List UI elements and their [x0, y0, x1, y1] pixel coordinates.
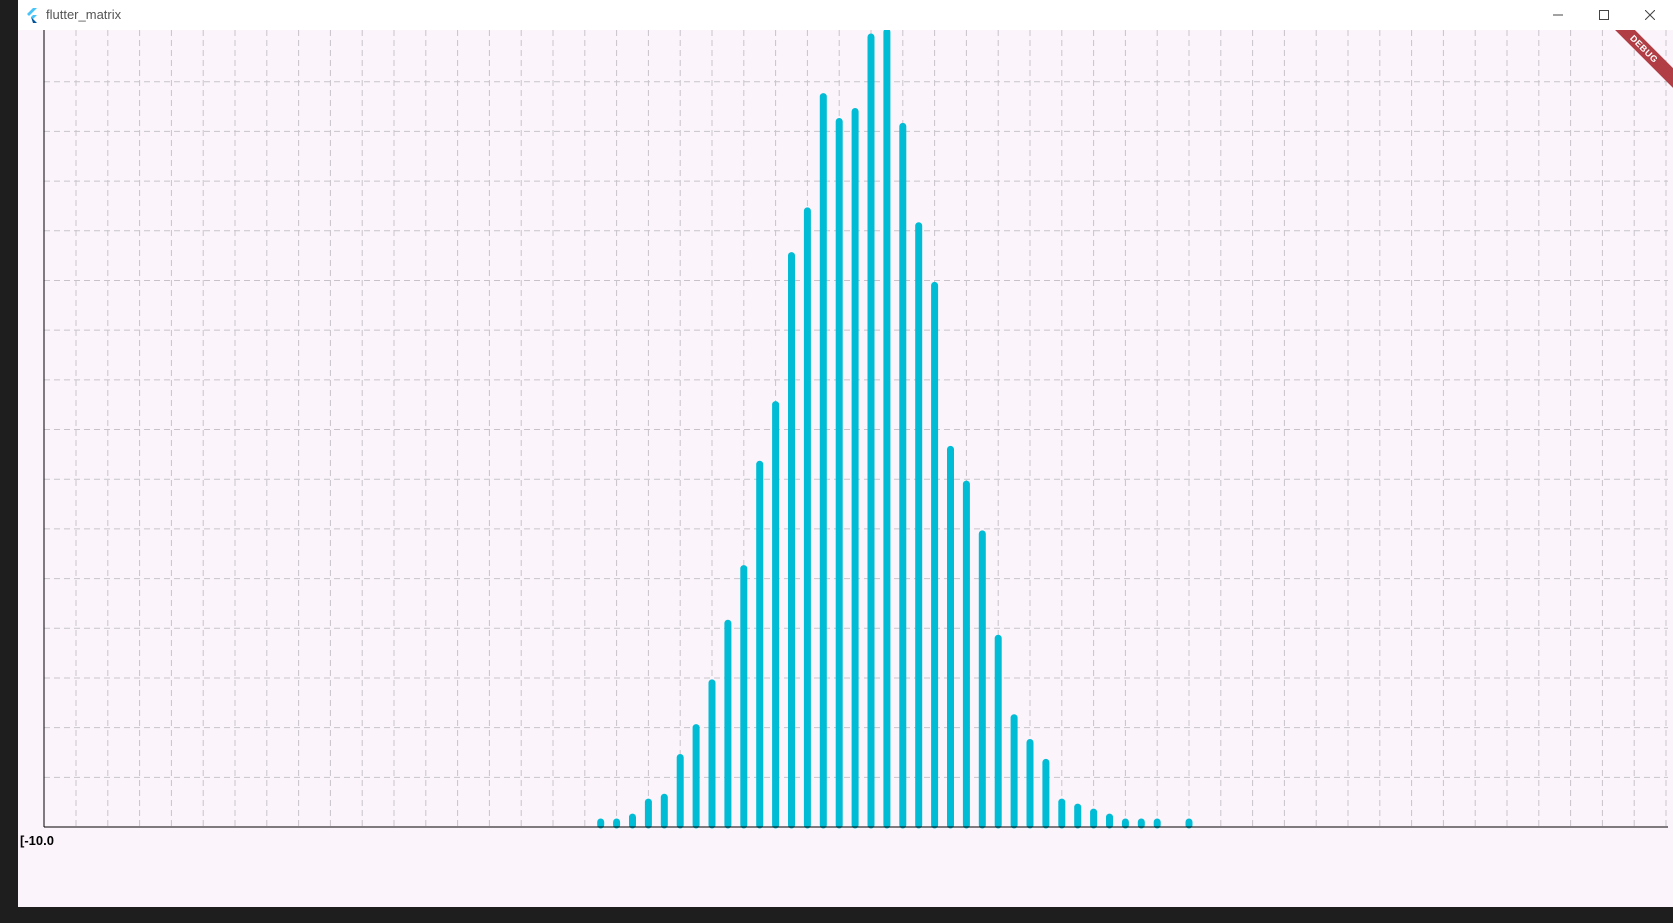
debug-banner-label: DEBUG: [1603, 30, 1673, 93]
flutter-logo-icon: [27, 8, 37, 23]
window-title: flutter_matrix: [46, 7, 122, 22]
background-editor-strip: [0, 0, 18, 923]
x-tick-label: [-10.0: [20, 833, 54, 848]
close-button[interactable]: [1627, 0, 1673, 30]
app-window: flutter_matrix [-10.0 DEBUG: [18, 0, 1673, 923]
minimize-icon: [1553, 14, 1563, 16]
minimize-button[interactable]: [1535, 0, 1581, 30]
debug-banner: DEBUG: [1603, 30, 1673, 100]
bottom-bar: [18, 907, 1673, 923]
chart-area: [-10.0 DEBUG: [18, 30, 1673, 923]
maximize-icon: [1599, 10, 1609, 20]
maximize-button[interactable]: [1581, 0, 1627, 30]
bar-chart: [-10.0: [20, 30, 1668, 848]
close-icon: [1645, 10, 1655, 20]
title-bar: flutter_matrix: [18, 0, 1673, 30]
